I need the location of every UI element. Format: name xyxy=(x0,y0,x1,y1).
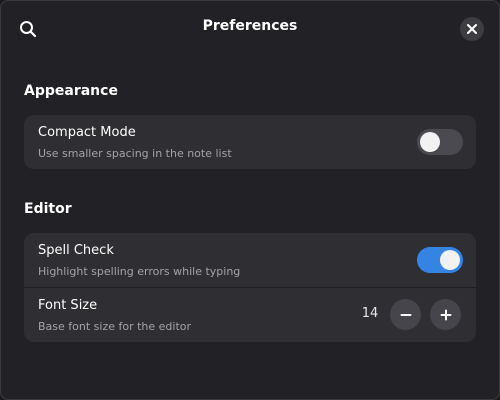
font-size-subtitle: Base font size for the editor xyxy=(38,320,192,333)
preferences-window: Preferences Appearance Compact Mode Use … xyxy=(0,0,500,400)
font-size-increment-button[interactable] xyxy=(430,299,461,330)
font-size-value: 14 xyxy=(361,306,379,321)
switch-knob xyxy=(420,132,440,152)
window-title: Preferences xyxy=(202,18,298,34)
font-size-decrement-button[interactable] xyxy=(390,299,421,330)
minus-icon xyxy=(400,313,411,316)
compact-mode-title: Compact Mode xyxy=(38,125,136,140)
font-size-row: Font Size Base font size for the editor … xyxy=(24,287,476,342)
font-size-title: Font Size xyxy=(38,298,98,313)
compact-mode-subtitle: Use smaller spacing in the note list xyxy=(38,147,232,160)
spell-check-switch[interactable] xyxy=(417,247,463,273)
section-heading-editor: Editor xyxy=(24,201,72,217)
switch-knob xyxy=(440,250,460,270)
section-heading-appearance: Appearance xyxy=(24,83,118,99)
spell-check-title: Spell Check xyxy=(38,243,114,258)
spell-check-row: Spell Check Highlight spelling errors wh… xyxy=(24,233,476,287)
spell-check-subtitle: Highlight spelling errors while typing xyxy=(38,265,241,278)
plus-icon xyxy=(440,309,451,320)
header-bar: Preferences xyxy=(1,1,499,57)
appearance-card: Compact Mode Use smaller spacing in the … xyxy=(24,115,476,169)
compact-mode-row: Compact Mode Use smaller spacing in the … xyxy=(24,115,476,169)
compact-mode-switch[interactable] xyxy=(417,129,463,155)
close-icon xyxy=(467,24,477,34)
close-button[interactable] xyxy=(460,17,484,41)
editor-card: Spell Check Highlight spelling errors wh… xyxy=(24,233,476,342)
